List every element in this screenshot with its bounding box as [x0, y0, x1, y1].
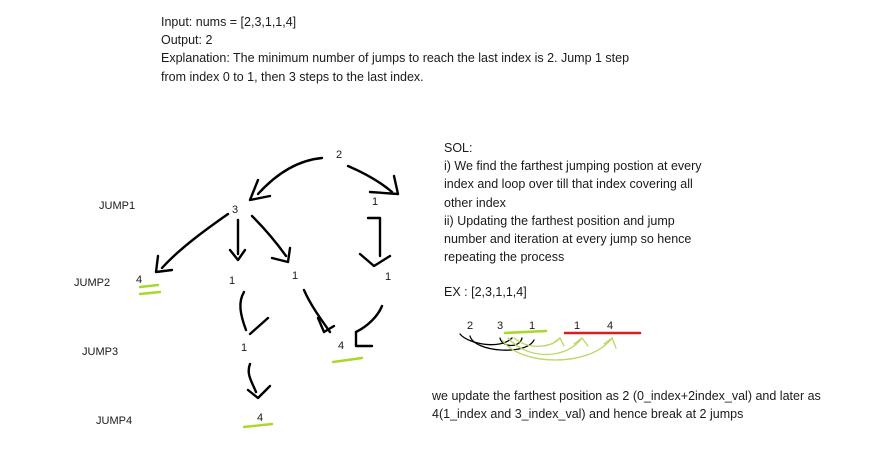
example-green-underline [503, 329, 548, 335]
example-green-arrowhead-a [603, 336, 617, 349]
conclusion-line-2: 4(1_index and 3_index_val) and hence bre… [432, 407, 744, 422]
example-green-arrowhead-c [551, 337, 565, 347]
conclusion-block: we update the farthest position as 2 (0_… [432, 387, 821, 423]
example-green-arc-c [513, 337, 561, 347]
conclusion-line-1: we update the farthest position as 2 (0_… [432, 389, 821, 403]
